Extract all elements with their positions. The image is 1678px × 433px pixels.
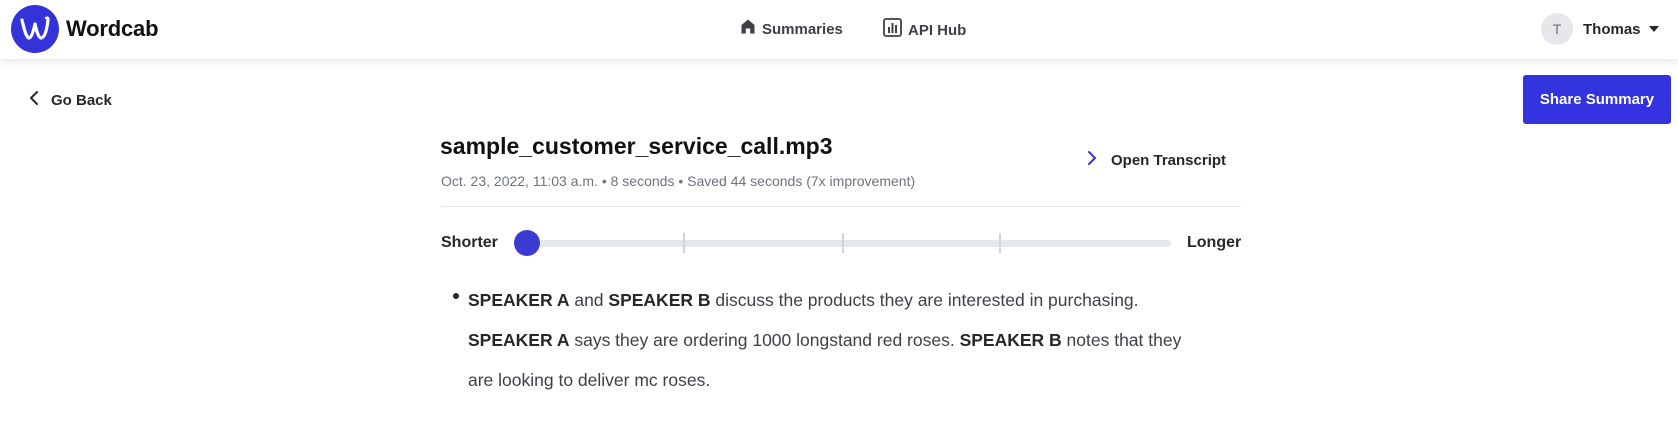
summary-length-slider-thumb[interactable] <box>514 230 540 256</box>
top-navigation-bar: Wordcab Summaries API Hub T Thomas <box>0 0 1678 59</box>
summary-segment: says they are ordering 1000 longstand re… <box>569 330 960 350</box>
speaker-label: SPEAKER A <box>468 330 570 350</box>
summary-text: SPEAKER A and SPEAKER B discuss the prod… <box>468 280 1210 400</box>
slider-tick[interactable] <box>683 233 685 253</box>
go-back-label: Go Back <box>51 92 112 109</box>
brand-name: Wordcab <box>66 16 159 41</box>
home-icon <box>740 18 756 40</box>
file-metadata: Oct. 23, 2022, 11:03 a.m. • 8 seconds • … <box>441 173 916 189</box>
list-item: SPEAKER A and SPEAKER B discuss the prod… <box>450 280 1210 400</box>
chevron-down-icon <box>1648 26 1659 32</box>
summary-segment: and <box>569 290 609 310</box>
chevron-left-icon <box>29 90 39 111</box>
brand-logo-link[interactable]: Wordcab <box>11 5 159 53</box>
go-back-link[interactable]: Go Back <box>29 90 112 111</box>
nav-item-label: Summaries <box>762 20 843 38</box>
summary-length-slider-track[interactable] <box>527 240 1171 247</box>
nav-item-summaries[interactable]: Summaries <box>740 18 843 40</box>
bullet-icon <box>453 293 459 299</box>
share-summary-button[interactable]: Share Summary <box>1523 75 1671 124</box>
avatar: T <box>1541 13 1573 45</box>
slider-min-label: Shorter <box>441 234 498 251</box>
divider <box>441 206 1241 207</box>
chevron-right-icon <box>1087 150 1097 171</box>
slider-tick[interactable] <box>999 233 1001 253</box>
bar-chart-icon <box>883 18 902 42</box>
open-transcript-label: Open Transcript <box>1111 152 1227 169</box>
speaker-label: SPEAKER B <box>959 330 1062 350</box>
wordcab-logo-icon <box>11 5 59 53</box>
page-title: sample_customer_service_call.mp3 <box>440 133 833 159</box>
nav-item-api-hub[interactable]: API Hub <box>883 18 966 42</box>
summary-segment: discuss the products they are interested… <box>710 290 1139 310</box>
speaker-label: SPEAKER B <box>608 290 711 310</box>
open-transcript-link[interactable]: Open Transcript <box>1087 150 1226 171</box>
summary-list: SPEAKER A and SPEAKER B discuss the prod… <box>450 280 1210 400</box>
speaker-label: SPEAKER A <box>468 290 570 310</box>
slider-max-label: Longer <box>1187 234 1242 251</box>
user-menu[interactable]: T Thomas <box>1541 13 1659 45</box>
nav-item-label: API Hub <box>908 21 967 39</box>
slider-tick[interactable] <box>842 233 844 253</box>
user-name: Thomas <box>1583 20 1641 38</box>
